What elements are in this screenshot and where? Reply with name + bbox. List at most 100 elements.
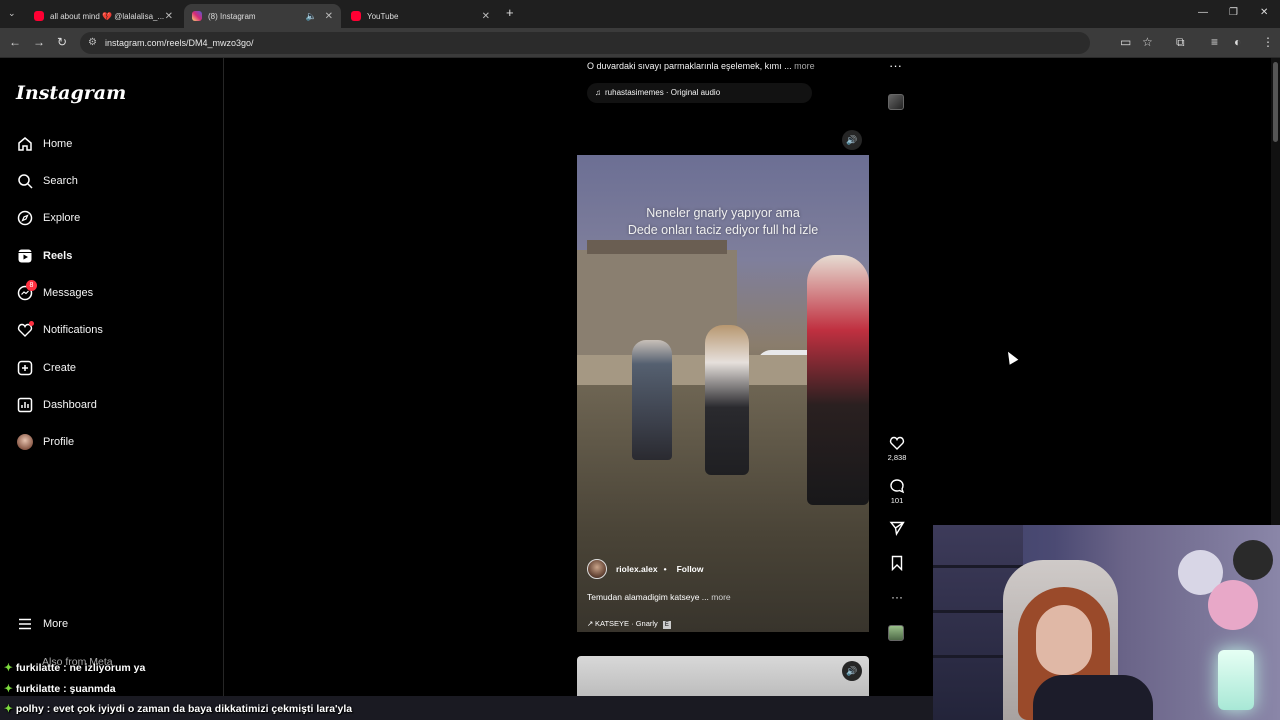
tab-instagram[interactable]: (8) Instagram 🔈 ✕ — [184, 4, 341, 28]
sidebar-item-explore[interactable]: Explore — [16, 206, 80, 230]
speaker-icon[interactable]: 🔈 — [306, 11, 317, 22]
close-window-icon[interactable]: ✕ — [1260, 7, 1268, 18]
video-top-area — [577, 127, 869, 155]
more-options-icon[interactable]: ··· — [889, 58, 902, 73]
sidebar-item-label: Messages — [43, 287, 94, 299]
tab-youtube[interactable]: YouTube ✕ — [343, 4, 498, 28]
sidebar-item-home[interactable]: Home — [16, 132, 72, 156]
close-tab-icon[interactable]: ✕ — [165, 11, 173, 22]
streamer-shirt — [1033, 675, 1153, 720]
reel-audio-link[interactable]: ↗ KATSEYE · Gnarly E — [587, 616, 671, 632]
back-icon[interactable]: ← — [9, 35, 21, 49]
reload-icon[interactable]: ↻ — [57, 35, 67, 49]
like-count: 2,838 — [887, 453, 907, 462]
mouse-cursor — [1003, 349, 1019, 365]
save-button[interactable] — [886, 555, 908, 573]
minimize-icon[interactable]: — — [1198, 7, 1208, 18]
comment-icon — [890, 479, 905, 494]
explicit-icon: E — [662, 621, 671, 629]
heart-icon — [889, 436, 905, 450]
close-tab-icon[interactable]: ✕ — [482, 11, 490, 22]
url-field[interactable]: ⚙ instagram.com/reels/DM4_mwzo3go/ — [80, 32, 1090, 54]
youtube-favicon-icon — [34, 11, 44, 21]
avatar[interactable] — [587, 559, 607, 579]
caption-text: Temudan alamadigim katseye ... — [587, 592, 709, 602]
reel-overlay-text: Neneler gnarly yapıyor ama Dede onları t… — [577, 205, 869, 239]
youtube-favicon-icon — [351, 11, 361, 21]
chart-icon — [16, 396, 34, 414]
compass-icon — [16, 209, 34, 227]
caption-more-link[interactable]: more — [711, 592, 730, 602]
username[interactable]: riolex.alex — [616, 564, 658, 574]
caption-more-link[interactable]: more — [794, 61, 815, 71]
sidebar-item-reels[interactable]: Reels — [16, 244, 72, 268]
instagram-favicon-icon — [192, 11, 202, 21]
chat-message: ✦ furkilatte : ne izliyorum ya — [4, 662, 145, 674]
sidebar-item-label: Create — [43, 362, 77, 374]
install-app-icon[interactable]: ▭ — [1120, 35, 1131, 49]
comment-button[interactable]: 101 — [886, 478, 908, 505]
bookmark-star-icon[interactable]: ☆ — [1142, 35, 1153, 49]
url-text: instagram.com/reels/DM4_mwzo3go/ — [105, 38, 254, 48]
mute-button[interactable]: 🔊 — [842, 130, 862, 150]
like-button[interactable]: 2,838 — [886, 435, 908, 462]
comment-count: 101 — [890, 496, 904, 505]
sidebar-item-dashboard[interactable]: Dashboard — [16, 393, 97, 417]
send-icon — [889, 521, 905, 536]
mute-button[interactable]: 🔊 — [842, 661, 862, 681]
scrollbar-thumb[interactable] — [1273, 62, 1278, 142]
sidebar-item-profile[interactable]: Profile — [16, 430, 74, 454]
chat-badge-icon: ✦ — [4, 683, 13, 695]
arrow-icon: ↗ — [587, 619, 594, 628]
tab-search-icon[interactable]: ⌄ — [8, 8, 16, 19]
audio-label: KATSEYE · Gnarly — [595, 619, 658, 628]
site-info-icon[interactable]: ⚙ — [88, 32, 97, 54]
audio-thumbnail[interactable] — [888, 625, 904, 641]
close-tab-icon[interactable]: ✕ — [325, 11, 333, 22]
sidebar-item-label: Notifications — [43, 324, 103, 336]
webcam-overlay — [933, 525, 1280, 720]
sidebar-item-more[interactable]: More — [16, 612, 68, 636]
tab-lisa[interactable]: all about mind 💔 @lalalalisa_... ✕ — [26, 4, 181, 28]
chat-user: furkilatte — [15, 683, 61, 695]
streamer-face — [1036, 605, 1092, 675]
extensions-icon[interactable]: ⧉ — [1176, 35, 1185, 50]
plush-toy — [1208, 580, 1258, 630]
menu-icon[interactable]: ⋮ — [1262, 35, 1274, 49]
search-icon — [16, 172, 34, 190]
previous-audio-pill[interactable]: ♫ ruhastasimemes · Original audio — [587, 83, 812, 103]
tab-label: all about mind 💔 @lalalalisa_... — [50, 11, 165, 21]
plus-square-icon — [16, 359, 34, 377]
media-control-icon[interactable]: ≡ — [1211, 35, 1218, 49]
music-note-icon: ♫ — [595, 88, 601, 97]
restore-icon[interactable]: ❐ — [1229, 7, 1238, 18]
person-2 — [705, 325, 749, 475]
shelf-row — [933, 565, 1023, 568]
sidebar-item-label: More — [43, 618, 69, 630]
reel-more-options-icon[interactable]: ··· — [886, 590, 908, 604]
share-button[interactable] — [886, 520, 908, 538]
instagram-logo[interactable]: Instagram — [16, 82, 126, 104]
house-roof — [587, 240, 727, 254]
person-3 — [807, 255, 869, 505]
reel-video[interactable]: Neneler gnarly yapıyor ama Dede onları t… — [577, 155, 869, 632]
forward-icon[interactable]: → — [33, 35, 45, 49]
chat-badge-icon: ✦ — [4, 662, 13, 674]
sidebar-item-search[interactable]: Search — [16, 169, 78, 193]
profile-icon[interactable]: ◐ — [1234, 35, 1241, 49]
lamp — [1218, 650, 1254, 710]
sidebar-item-notifications[interactable]: Notifications — [16, 318, 103, 342]
overlay-line-1: Neneler gnarly yapıyor ama — [646, 206, 800, 220]
sidebar-item-create[interactable]: Create — [16, 356, 76, 380]
overlay-line-2: Dede onları taciz ediyor full hd izle — [627, 223, 819, 237]
messages-badge: 8 — [26, 280, 37, 291]
next-reel-video[interactable] — [577, 656, 869, 696]
new-tab-button[interactable]: + — [506, 5, 514, 20]
separator: • — [663, 564, 667, 574]
audio-thumbnail[interactable] — [888, 94, 904, 110]
messenger-icon: 8 — [16, 280, 37, 302]
chat-text: : evet çok iyiydi o zaman da baya dikkat… — [46, 703, 353, 715]
follow-button[interactable]: Follow — [677, 564, 704, 574]
sidebar-item-messages[interactable]: 8 Messages — [16, 280, 94, 305]
reels-icon — [16, 247, 34, 265]
